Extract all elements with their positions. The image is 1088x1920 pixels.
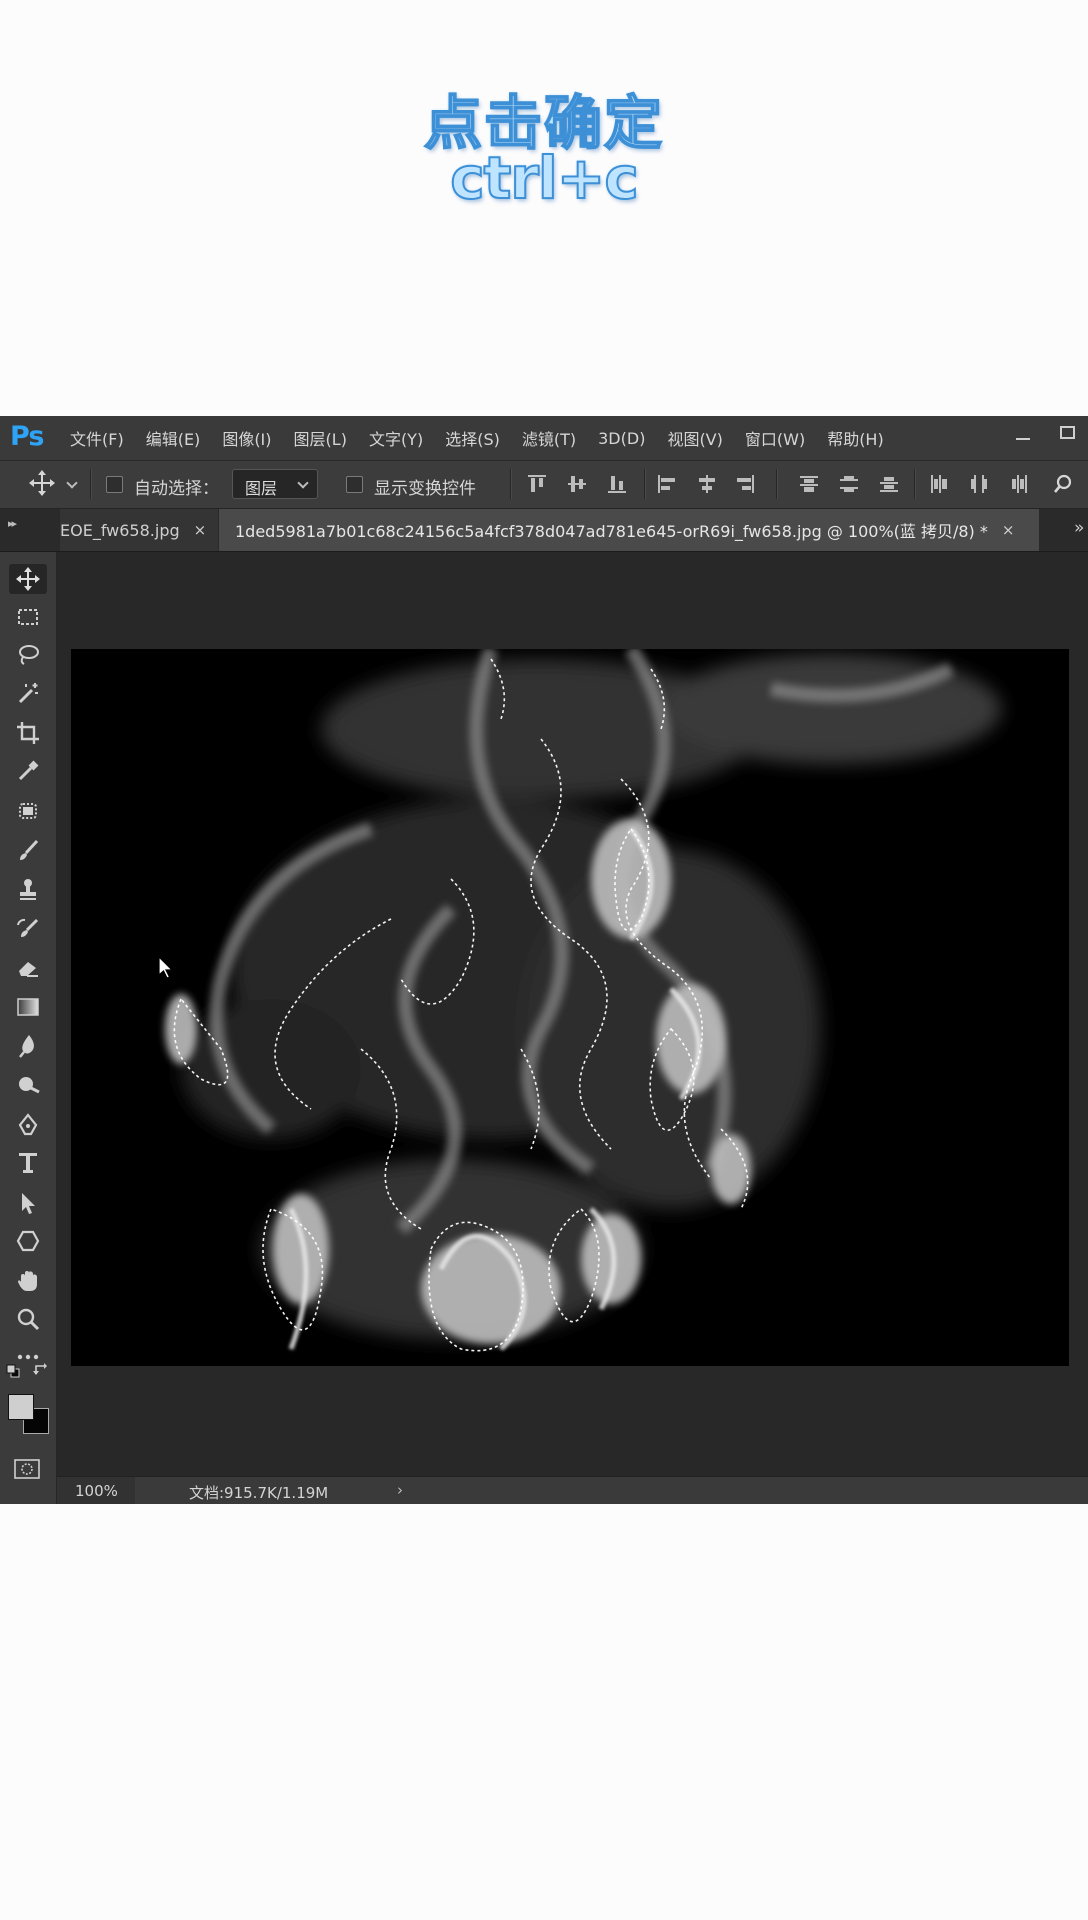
minimize-button[interactable] bbox=[1016, 432, 1030, 440]
align-top-icon[interactable] bbox=[526, 473, 548, 495]
smoke-image bbox=[71, 649, 1069, 1366]
status-bar: 100% 文档:915.7K/1.19M › bbox=[57, 1476, 1088, 1504]
lasso-tool-icon[interactable] bbox=[13, 640, 43, 670]
collapse-panels-icon[interactable]: ▸▸ bbox=[8, 517, 17, 530]
dodge-tool-icon[interactable] bbox=[13, 1070, 43, 1100]
default-colors-icon[interactable] bbox=[6, 1363, 20, 1382]
chevron-right-icon[interactable]: › bbox=[397, 1481, 403, 1499]
menu-3d[interactable]: 3D(D) bbox=[598, 429, 657, 448]
auto-select-checkbox[interactable] bbox=[106, 476, 123, 493]
options-bar: 自动选择： 图层 显示变换控件 bbox=[0, 461, 1088, 509]
photoshop-window: Ps 文件(F) 编辑(E) 图像(I) 图层(L) 文字(Y) 选择(S) 滤… bbox=[0, 416, 1088, 1504]
distribute-right-icon[interactable] bbox=[1008, 473, 1030, 495]
distribute-horizontal-center-icon[interactable] bbox=[968, 473, 990, 495]
foreground-color-swatch[interactable] bbox=[8, 1394, 34, 1420]
menu-edit[interactable]: 编辑(E) bbox=[146, 426, 213, 450]
align-bottom-icon[interactable] bbox=[606, 473, 628, 495]
caption-line-2: ctrl+c bbox=[449, 143, 640, 213]
clone-stamp-tool-icon[interactable] bbox=[13, 874, 43, 904]
separator bbox=[644, 469, 646, 499]
separator bbox=[914, 469, 916, 499]
magic-wand-tool-icon[interactable] bbox=[13, 678, 43, 708]
show-transform-label: 显示变换控件 bbox=[374, 479, 476, 499]
search-icon[interactable] bbox=[1052, 473, 1074, 499]
document-tab-bar: ▸▸ EOE_fw658.jpg × 1ded5981a7b01c68c2415… bbox=[0, 509, 1088, 552]
auto-select-label: 自动选择： bbox=[134, 479, 219, 499]
distribute-bottom-icon[interactable] bbox=[878, 473, 900, 495]
document-tab-2[interactable]: 1ded5981a7b01c68c24156c5a4fcf378d047ad78… bbox=[219, 509, 1039, 551]
document-tab-2-label: 1ded5981a7b01c68c24156c5a4fcf378d047ad78… bbox=[235, 522, 988, 541]
chevron-down-icon[interactable] bbox=[66, 477, 78, 489]
menu-file[interactable]: 文件(F) bbox=[70, 426, 136, 450]
pen-tool-icon[interactable] bbox=[13, 1110, 43, 1140]
ps-logo: Ps bbox=[10, 421, 44, 452]
canvas-workspace[interactable] bbox=[57, 552, 1088, 1466]
move-tool-preset-icon[interactable] bbox=[28, 469, 56, 497]
separator bbox=[90, 469, 92, 499]
maximize-button[interactable] bbox=[1060, 426, 1075, 439]
eraser-tool-icon[interactable] bbox=[13, 952, 43, 982]
zoom-tool-icon[interactable] bbox=[13, 1304, 43, 1334]
shape-tool-icon[interactable] bbox=[13, 1226, 43, 1256]
menu-window[interactable]: 窗口(W) bbox=[745, 426, 817, 450]
hand-tool-icon[interactable] bbox=[13, 1266, 43, 1296]
menu-type[interactable]: 文字(Y) bbox=[369, 426, 435, 450]
chevron-down-icon bbox=[297, 477, 309, 489]
swap-colors-icon[interactable] bbox=[33, 1361, 49, 1381]
quick-mask-icon[interactable] bbox=[14, 1458, 40, 1484]
move-tool-icon[interactable] bbox=[9, 564, 47, 594]
distribute-top-icon[interactable] bbox=[798, 473, 820, 495]
gradient-tool-icon[interactable] bbox=[13, 992, 43, 1022]
crop-tool-icon[interactable] bbox=[13, 718, 43, 748]
close-icon[interactable]: × bbox=[194, 521, 207, 539]
eyedropper-tool-icon[interactable] bbox=[13, 756, 43, 786]
menu-view[interactable]: 视图(V) bbox=[667, 426, 734, 450]
auto-select-target-value: 图层 bbox=[245, 479, 278, 498]
menu-layer[interactable]: 图层(L) bbox=[294, 426, 359, 450]
menu-select[interactable]: 选择(S) bbox=[445, 426, 512, 450]
align-left-icon[interactable] bbox=[656, 473, 678, 495]
distribute-vertical-center-icon[interactable] bbox=[838, 473, 860, 495]
show-transform-checkbox[interactable] bbox=[346, 476, 363, 493]
align-right-icon[interactable] bbox=[734, 473, 756, 495]
history-brush-tool-icon[interactable] bbox=[13, 914, 43, 944]
path-selection-tool-icon[interactable] bbox=[13, 1188, 43, 1218]
auto-select-target-dropdown[interactable]: 图层 bbox=[232, 469, 318, 499]
distribute-left-icon[interactable] bbox=[928, 473, 950, 495]
align-vertical-center-icon[interactable] bbox=[566, 473, 588, 495]
more-tabs-icon[interactable]: » bbox=[1074, 518, 1084, 538]
menu-bar: Ps 文件(F) 编辑(E) 图像(I) 图层(L) 文字(Y) 选择(S) 滤… bbox=[0, 416, 1088, 461]
document-tab-1-label: EOE_fw658.jpg bbox=[60, 520, 180, 540]
document-size-info: 文档:915.7K/1.19M bbox=[189, 1484, 329, 1502]
menu-help[interactable]: 帮助(H) bbox=[827, 426, 896, 450]
zoom-level-field[interactable]: 100% bbox=[57, 1477, 135, 1504]
separator bbox=[776, 469, 778, 499]
document-image[interactable] bbox=[71, 649, 1069, 1366]
brush-tool-icon[interactable] bbox=[13, 836, 43, 866]
mouse-cursor-icon bbox=[158, 955, 174, 984]
marquee-tool-icon[interactable] bbox=[13, 602, 43, 632]
menu-filter[interactable]: 滤镜(T) bbox=[522, 426, 588, 450]
separator bbox=[510, 469, 512, 499]
tools-panel bbox=[0, 552, 57, 1504]
close-icon[interactable]: × bbox=[1002, 521, 1015, 539]
align-horizontal-center-icon[interactable] bbox=[696, 473, 718, 495]
menu-image[interactable]: 图像(I) bbox=[222, 426, 283, 450]
type-tool-icon[interactable] bbox=[13, 1148, 43, 1178]
healing-brush-tool-icon[interactable] bbox=[13, 796, 43, 826]
document-tab-1[interactable]: EOE_fw658.jpg × bbox=[60, 509, 218, 551]
blur-tool-icon[interactable] bbox=[13, 1030, 43, 1060]
menu-list: 文件(F) 编辑(E) 图像(I) 图层(L) 文字(Y) 选择(S) 滤镜(T… bbox=[70, 416, 906, 460]
